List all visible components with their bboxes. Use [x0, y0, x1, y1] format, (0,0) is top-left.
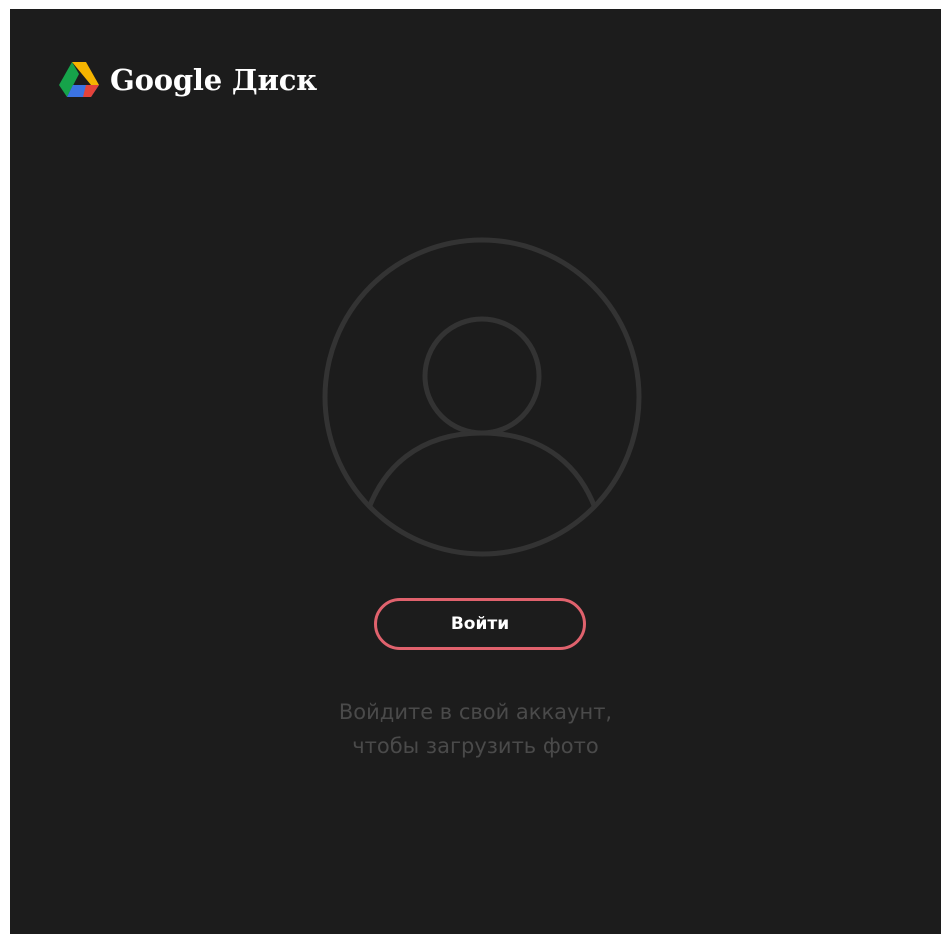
google-drive-icon — [59, 62, 99, 97]
signin-button[interactable]: Войти — [374, 598, 586, 650]
header: Google Диск — [58, 61, 317, 99]
signin-hint: Войдите в свой аккаунт, чтобы загрузить … — [10, 695, 941, 763]
user-avatar-icon — [322, 237, 642, 557]
drive-panel: Google Диск Войти Войдите в свой аккаунт… — [10, 9, 941, 934]
hint-line-2: чтобы загрузить фото — [352, 734, 599, 758]
app-title: Google Диск — [110, 63, 317, 97]
hint-line-1: Войдите в свой аккаунт, — [338, 700, 613, 724]
